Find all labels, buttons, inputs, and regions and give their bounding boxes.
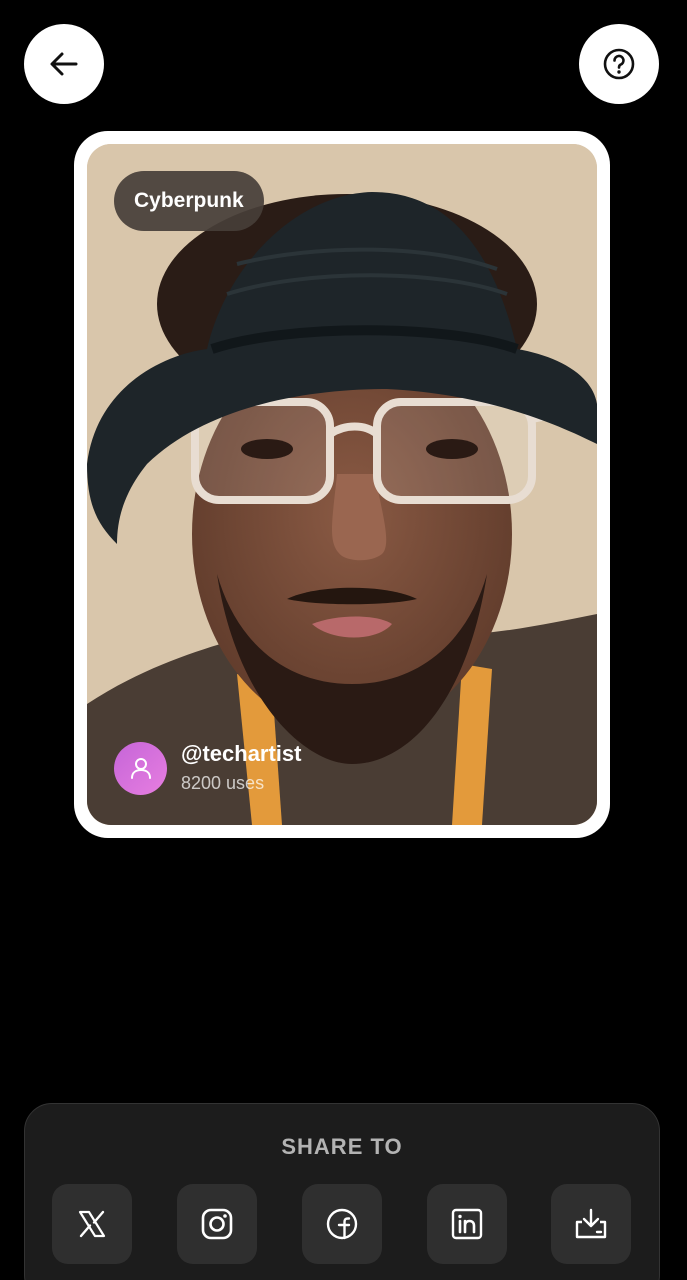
instagram-icon xyxy=(201,1208,233,1240)
result-photo: Cyberpunk @techartist 8200 uses xyxy=(87,144,597,825)
user-icon xyxy=(130,758,151,779)
help-button[interactable] xyxy=(579,24,659,104)
author-avatar xyxy=(114,741,167,795)
style-label-pill: Cyberpunk xyxy=(114,171,264,231)
x-logo-icon xyxy=(78,1210,106,1238)
share-instagram-button[interactable] xyxy=(177,1184,257,1264)
question-circle-icon xyxy=(603,48,635,80)
facebook-icon xyxy=(326,1208,358,1240)
result-card: Cyberpunk @techartist 8200 uses xyxy=(74,131,610,838)
author-text: @techartist 8200 uses xyxy=(181,741,301,795)
download-button[interactable] xyxy=(551,1184,631,1264)
download-icon xyxy=(575,1208,607,1239)
linkedin-icon xyxy=(451,1208,483,1240)
share-x-button[interactable] xyxy=(52,1184,132,1264)
share-panel: SHARE TO xyxy=(24,1103,660,1280)
arrow-left-icon xyxy=(50,52,78,76)
back-button[interactable] xyxy=(24,24,104,104)
author-uses-count: 8200 uses xyxy=(181,773,265,793)
share-screen: Cyberpunk @techartist 8200 uses SHARE TO xyxy=(0,0,687,1280)
share-facebook-button[interactable] xyxy=(302,1184,382,1264)
share-title: SHARE TO xyxy=(281,1134,403,1159)
portrait-image xyxy=(87,144,597,825)
author-info: @techartist 8200 uses xyxy=(114,741,301,795)
author-handle: @techartist xyxy=(181,741,302,766)
share-linkedin-button[interactable] xyxy=(427,1184,507,1264)
